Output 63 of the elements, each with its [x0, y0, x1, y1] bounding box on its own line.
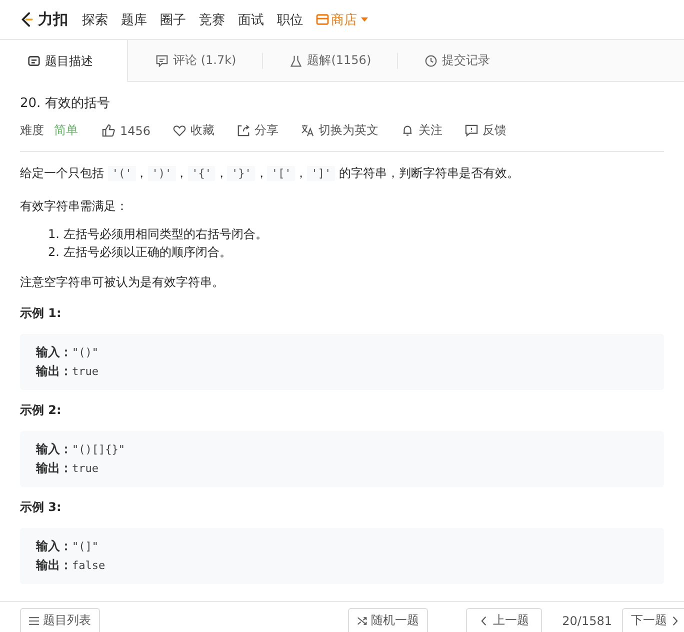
previous-problem-button[interactable]: 上一题	[466, 608, 542, 632]
shuffle-icon	[357, 616, 368, 626]
input-value: "(]"	[72, 540, 98, 553]
output-label: 输出：	[36, 364, 72, 378]
tab[interactable]: 题解(1156)	[262, 40, 398, 81]
difficulty-label: 难度	[20, 122, 44, 139]
output-value: true	[72, 365, 98, 378]
nav-link[interactable]: 圈子	[160, 10, 186, 28]
action-link[interactable]: 关注	[400, 122, 443, 139]
translate-icon	[300, 124, 314, 137]
rule-text: 左括号必须用相同类型的右括号闭合。	[63, 226, 268, 243]
input-value: "()[]{}"	[72, 443, 125, 456]
tab[interactable]: 题目描述	[0, 40, 128, 82]
example-heading: 示例 1:	[20, 305, 62, 322]
output-value: true	[72, 462, 98, 475]
problem-list-button[interactable]: 题目列表	[20, 608, 100, 632]
nav-link[interactable]: 题库	[121, 10, 147, 28]
clock-icon	[425, 54, 438, 66]
bell-icon	[400, 124, 414, 137]
caret-icon	[361, 17, 368, 22]
nav-link[interactable]: 探索	[82, 10, 108, 28]
input-label: 输入：	[36, 345, 72, 359]
output-label: 输出：	[36, 558, 72, 572]
thumbs-up-icon	[102, 124, 115, 137]
nav-link[interactable]: 面试	[238, 10, 264, 28]
problem-title: 20. 有效的括号	[20, 95, 111, 112]
input-label: 输入：	[36, 442, 72, 456]
input-value: "()"	[72, 346, 98, 359]
heart-icon	[172, 124, 186, 137]
logo-text[interactable]: 力扣	[38, 10, 68, 29]
action-link[interactable]: 切换为英文	[300, 122, 379, 139]
action-link[interactable]: 反馈	[464, 122, 507, 139]
tab[interactable]: 评论 (1.7k)	[128, 40, 262, 81]
problem-description: 给定一个只包括 '(' ， ')' ， '{' ， '}' ， '[' ， ']' 的字符串，判断字符串是否有效。	[20, 165, 520, 183]
action-link[interactable]: 1456	[102, 124, 151, 138]
output-label: 输出：	[36, 461, 72, 475]
note-text: 注意空字符串可被认为是有效字符串。	[20, 274, 225, 291]
output-value: false	[72, 559, 106, 572]
list-number: 2.	[48, 244, 60, 261]
action-link[interactable]: 分享	[236, 122, 279, 139]
input-label: 输入：	[36, 539, 72, 553]
nav-link[interactable]: 竞赛	[199, 10, 225, 28]
document-icon	[28, 55, 40, 67]
logo-icon[interactable]	[20, 11, 34, 28]
feedback-icon	[464, 124, 478, 137]
flask-icon	[290, 54, 302, 66]
store-icon	[316, 14, 329, 25]
nav-link[interactable]: 职位	[277, 10, 303, 28]
random-problem-button[interactable]: 随机一题	[348, 608, 428, 632]
example-heading: 示例 2:	[20, 402, 62, 419]
comment-icon	[156, 54, 168, 66]
chevron-right-icon	[671, 616, 679, 626]
rules-intro: 有效字符串需满足：	[20, 198, 129, 215]
rule-text: 左括号必须以正确的顺序闭合。	[63, 244, 232, 261]
example-heading: 示例 3:	[20, 499, 62, 516]
share-icon	[236, 124, 250, 137]
tab[interactable]: 提交记录	[397, 40, 516, 81]
list-number: 1.	[48, 226, 60, 243]
next-problem-button[interactable]: 下一题	[622, 608, 684, 632]
difficulty-value: 简单	[54, 122, 78, 139]
action-link[interactable]: 收藏	[172, 122, 215, 139]
problem-position: 20/1581	[562, 614, 612, 628]
list-icon	[29, 616, 39, 626]
